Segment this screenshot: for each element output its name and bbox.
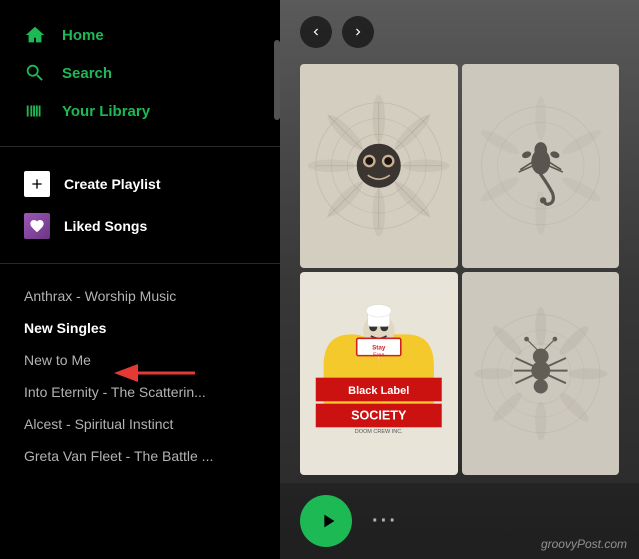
sidebar-item-search[interactable]: Search [0, 54, 280, 92]
search-label: Search [62, 65, 112, 82]
playlist-section: Anthrax - Worship Music New Singles New … [0, 272, 280, 559]
action-section: Create Playlist Liked Songs [0, 155, 280, 255]
library-icon [24, 100, 46, 122]
sidebar-item-library[interactable]: Your Library [0, 92, 280, 130]
home-label: Home [62, 27, 104, 44]
svg-text:Black Label: Black Label [348, 385, 409, 397]
playlist-divider [0, 263, 280, 264]
svg-text:Stay: Stay [372, 344, 386, 351]
forward-button[interactable] [342, 16, 374, 48]
playlist-new-to-me[interactable]: New to Me [0, 344, 280, 376]
back-button[interactable] [300, 16, 332, 48]
playlist-into-eternity[interactable]: Into Eternity - The Scatterin... [0, 376, 280, 408]
album-art-3[interactable]: Stay Free Black Label SOCIETY DOOM CREW … [300, 272, 458, 476]
sidebar-item-home[interactable]: Home [0, 16, 280, 54]
album-art-4[interactable] [462, 272, 620, 476]
play-button[interactable] [300, 495, 352, 547]
album-art-1[interactable] [300, 64, 458, 268]
playlist-alcest[interactable]: Alcest - Spiritual Instinct [0, 408, 280, 440]
svg-text:DOOM CREW INC.: DOOM CREW INC. [355, 428, 403, 434]
playlist-greta[interactable]: Greta Van Fleet - The Battle ... [0, 440, 280, 472]
more-options-button[interactable]: ··· [372, 510, 398, 533]
playlist-anthrax[interactable]: Anthrax - Worship Music [0, 280, 280, 312]
liked-songs-icon-box [24, 213, 50, 239]
nav-divider [0, 146, 280, 147]
album-art-2[interactable] [462, 64, 620, 268]
playlist-new-singles[interactable]: New Singles [0, 312, 280, 344]
create-playlist-label: Create Playlist [64, 176, 161, 192]
search-icon [24, 62, 46, 84]
nav-section: Home Search Your Library [0, 0, 280, 138]
library-label: Your Library [62, 103, 150, 120]
album-grid: Stay Free Black Label SOCIETY DOOM CREW … [280, 64, 639, 475]
liked-songs-label: Liked Songs [64, 218, 147, 234]
create-playlist-icon-box [24, 171, 50, 197]
liked-songs-item[interactable]: Liked Songs [0, 205, 280, 247]
nav-controls [280, 0, 639, 64]
home-icon [24, 24, 46, 46]
create-playlist-item[interactable]: Create Playlist [0, 163, 280, 205]
sidebar: Home Search Your Library [0, 0, 280, 559]
svg-text:Free: Free [373, 352, 384, 358]
main-content: Stay Free Black Label SOCIETY DOOM CREW … [280, 0, 639, 559]
watermark-text: groovyPost.com [541, 537, 627, 551]
svg-text:SOCIETY: SOCIETY [351, 408, 407, 422]
